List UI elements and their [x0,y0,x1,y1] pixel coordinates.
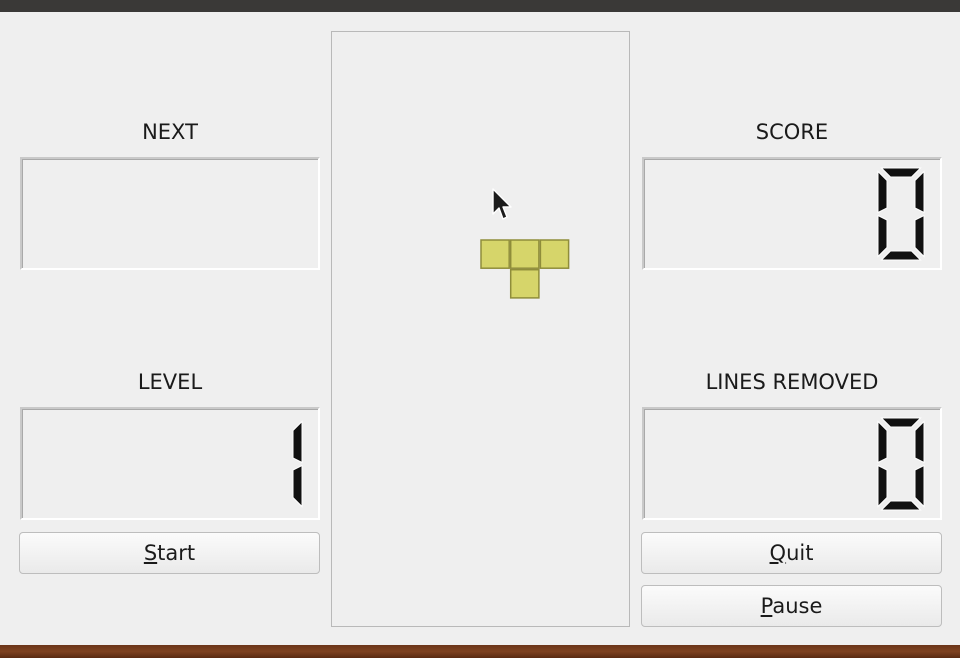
pause-label: ause [772,594,823,618]
pause-mnemonic: P [760,594,773,618]
piece-block [509,239,540,269]
start-label: tart [157,541,196,565]
lines-removed-digits [876,409,926,518]
lines-removed-display [642,407,942,520]
score-display [642,157,942,270]
score-digits [876,159,926,268]
piece-block [509,268,540,299]
pause-button[interactable]: Pause [641,585,942,627]
score-label: SCORE [755,120,829,144]
quit-button[interactable]: Quit [641,532,942,574]
quit-label: uit [786,541,814,565]
level-display [20,407,320,520]
tetrix-window: NEXT LEVEL Start SCORE LINES REMOVED Qui… [0,12,960,645]
piece-block [539,239,570,269]
lcd-digit [877,167,925,260]
next-piece-preview [20,157,320,270]
game-board[interactable] [331,31,630,627]
level-label: LEVEL [137,370,203,394]
arrow-cursor-icon [492,188,514,226]
piece-block [480,239,510,269]
titlebar-strip [0,0,960,12]
lcd-digit [292,419,303,508]
board-canvas [480,239,570,299]
next-label: NEXT [142,120,198,144]
start-mnemonic: S [143,541,158,565]
lcd-digit [877,417,925,510]
level-digits [254,409,304,518]
desktop-background-strip [0,645,960,658]
start-button[interactable]: Start [19,532,320,574]
lines-removed-label: LINES REMOVED [705,370,879,394]
quit-mnemonic: Q [769,541,787,565]
